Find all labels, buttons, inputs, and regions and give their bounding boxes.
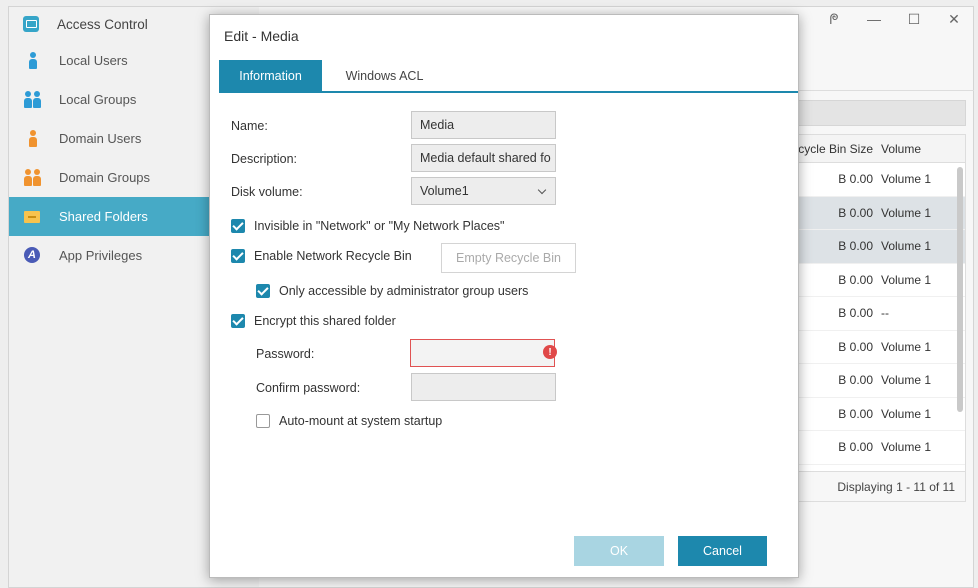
sidebar-item-label: Local Groups	[59, 92, 137, 107]
invisible-checkbox[interactable]	[231, 219, 245, 233]
sidebar-item-label: Shared Folders	[59, 209, 148, 224]
description-label: Description:	[231, 152, 297, 166]
disk-volume-value: Volume1	[420, 184, 469, 198]
cell-size: 0.00 B	[838, 339, 873, 354]
user-icon	[24, 51, 42, 70]
access-control-icon	[23, 16, 39, 32]
encrypt-checkbox[interactable]	[231, 314, 245, 328]
cell-size: 0.00 B	[838, 272, 873, 287]
encrypt-label: Encrypt this shared folder	[254, 314, 396, 328]
dialog-tabs: Information Windows ACL	[219, 60, 798, 93]
cell-size: 0.00 B	[838, 373, 873, 388]
table-row[interactable]: 0.00 B --	[799, 297, 965, 331]
empty-recycle-bin-button[interactable]: Empty Recycle Bin	[441, 243, 576, 273]
confirm-password-field[interactable]	[411, 373, 556, 401]
edit-media-dialog: Edit - Media Information Windows ACL Nam…	[209, 14, 799, 578]
name-label: Name:	[231, 119, 268, 133]
table-header: Recycle Bin Size Volume	[799, 135, 965, 163]
sidebar-item-label: App Privileges	[59, 248, 143, 263]
table-scrollbar[interactable]	[957, 167, 963, 412]
sidebar-item-label: Domain Users	[59, 131, 142, 146]
table-row[interactable]: 0.00 B Volume 1	[799, 364, 965, 398]
password-field[interactable]	[410, 339, 555, 367]
table-row[interactable]: 0.00 B Volume 1	[799, 230, 965, 264]
pagination-status: Displaying 1 - 11 of 11	[837, 479, 955, 494]
password-label: Password:	[256, 347, 315, 361]
tab-information[interactable]: Information	[219, 60, 322, 91]
column-header-recycle-bin-size[interactable]: Recycle Bin Size	[799, 142, 879, 156]
table-row[interactable]: 0.00 B Volume 1	[799, 431, 965, 465]
confirm-password-label: Confirm password:	[256, 381, 361, 395]
cell-volume: Volume 1	[881, 440, 932, 455]
cell-volume: Volume 1	[881, 172, 932, 187]
chevron-down-icon	[537, 185, 547, 195]
cell-size: 0.00 B	[838, 306, 873, 321]
disk-volume-select[interactable]: Volume1	[411, 177, 556, 205]
invisible-label: Invisible in "Network" or "My Network Pl…	[254, 219, 505, 233]
description-field[interactable]: Media default shared fo	[411, 144, 556, 172]
cancel-button[interactable]: Cancel	[678, 536, 767, 566]
cell-size: 0.00 B	[838, 406, 873, 421]
cell-volume: Volume 1	[881, 406, 932, 421]
domain-user-icon	[24, 129, 42, 148]
app-privilege-icon: A	[24, 246, 42, 265]
disk-volume-label: Disk volume:	[231, 185, 303, 199]
admin-only-label: Only accessible by administrator group u…	[279, 284, 529, 298]
domain-group-icon	[24, 168, 42, 187]
sidebar-item-label: Domain Groups	[59, 170, 151, 185]
search-bar[interactable]	[798, 100, 966, 126]
dialog-title: Edit - Media	[224, 28, 299, 44]
automount-label: Auto-mount at system startup	[279, 414, 443, 428]
cell-size: 0.00 B	[838, 172, 873, 187]
group-icon	[24, 90, 42, 109]
tab-windows-acl[interactable]: Windows ACL	[322, 60, 447, 91]
admin-only-checkbox[interactable]	[256, 284, 270, 298]
table-footer: Displaying 1 - 11 of 11	[799, 471, 965, 501]
recycle-bin-label: Enable Network Recycle Bin	[254, 249, 412, 263]
table-row[interactable]: 0.00 B Volume 1	[799, 163, 965, 197]
automount-checkbox[interactable]	[256, 414, 270, 428]
sidebar-item-label: Local Users	[59, 53, 128, 68]
name-field[interactable]: Media	[411, 111, 556, 139]
recycle-bin-checkbox[interactable]	[231, 249, 245, 263]
error-icon: !	[543, 345, 557, 359]
cell-volume: --	[881, 306, 889, 321]
table-row[interactable]: 0.00 B Volume 1	[799, 264, 965, 297]
table-row[interactable]: 0.00 B Volume 1	[799, 331, 965, 364]
cell-volume: Volume 1	[881, 373, 932, 388]
cell-volume: Volume 1	[881, 339, 932, 354]
shared-folders-table: Recycle Bin Size Volume 0.00 B Volume 1 0…	[798, 134, 966, 502]
table-row[interactable]: 0.00 B Volume 1	[799, 196, 965, 230]
app-title: Access Control	[57, 16, 148, 32]
toolbar	[798, 51, 974, 91]
table-row[interactable]: 0.00 B Volume 1	[799, 398, 965, 431]
cell-volume: Volume 1	[881, 205, 932, 220]
folder-icon	[24, 208, 42, 226]
ok-button[interactable]: OK	[574, 536, 664, 566]
cell-size: 0.00 B	[838, 239, 873, 254]
cell-size: 0.00 B	[838, 205, 873, 220]
cell-size: 0.00 B	[838, 440, 873, 455]
cell-volume: Volume 1	[881, 272, 932, 287]
cell-volume: Volume 1	[881, 239, 932, 254]
column-header-volume[interactable]: Volume	[879, 142, 921, 156]
